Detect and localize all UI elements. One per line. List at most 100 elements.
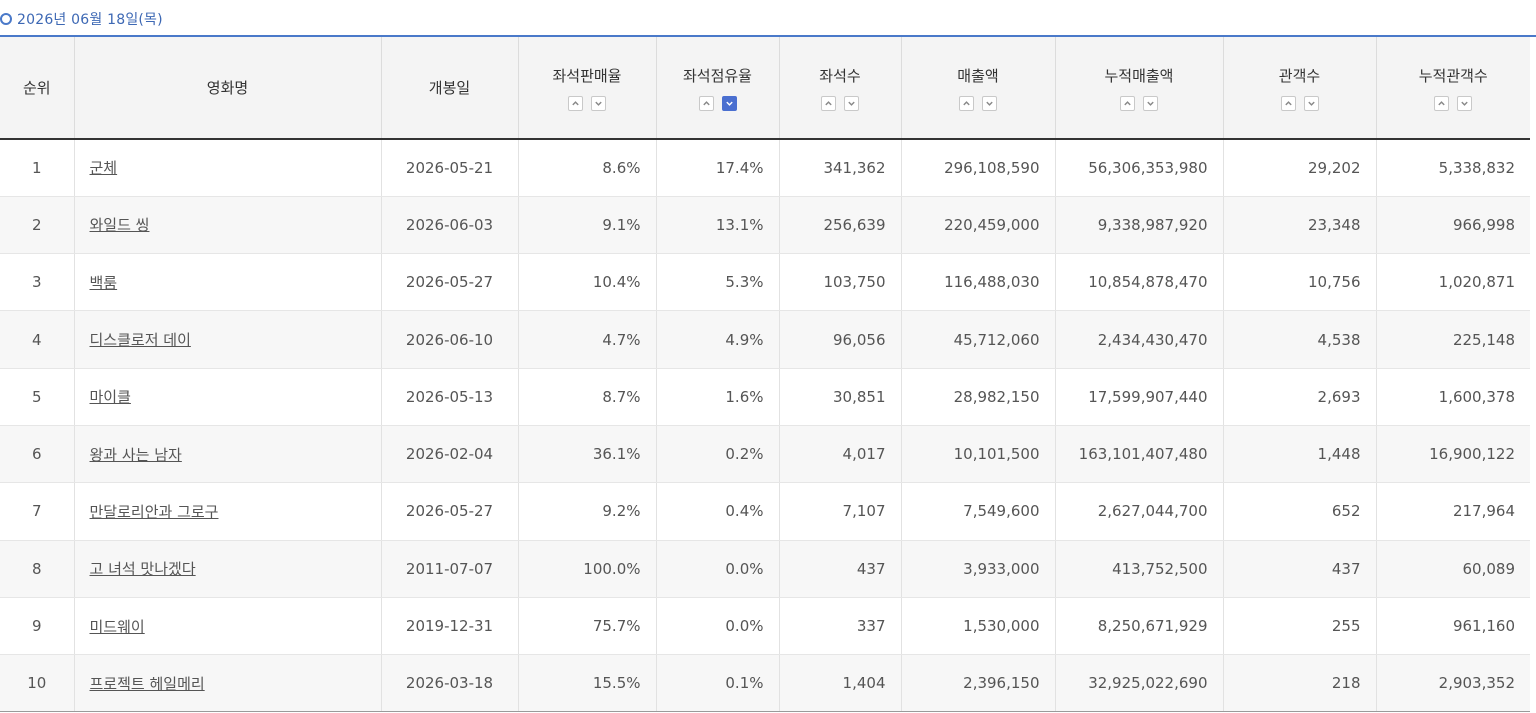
- cell-seats: 341,362: [779, 139, 902, 197]
- cell-title: 디스클로저 데이: [74, 310, 382, 369]
- sort-ascending-button[interactable]: [1280, 95, 1296, 111]
- cell-revenue: 2,396,150: [901, 654, 1056, 713]
- cell-cum-revenue: 413,752,500: [1055, 540, 1224, 598]
- column-header-rank: 순위: [0, 37, 75, 140]
- cell-release: 2026-06-10: [381, 310, 519, 369]
- cell-cum-revenue: 10,854,878,470: [1055, 253, 1224, 312]
- sort-ascending-button[interactable]: [1120, 95, 1135, 111]
- sort-descending-button[interactable]: [982, 95, 997, 111]
- cell-title: 마이클: [74, 368, 382, 426]
- sort-ascending-button[interactable]: [959, 95, 974, 111]
- column-header-label: 순위: [22, 79, 51, 97]
- cell-sales-rate: 8.6%: [518, 139, 657, 197]
- cell-cum-revenue: 17,599,907,440: [1055, 368, 1224, 426]
- sort-descending-button[interactable]: [1457, 95, 1473, 111]
- cell-cum-audience: 961,160: [1376, 597, 1530, 656]
- column-header-label: 누적매출액: [1104, 66, 1174, 85]
- movie-title-link[interactable]: 만달로리안과 그로구: [90, 503, 219, 521]
- cell-title: 만달로리안과 그로구: [74, 482, 382, 541]
- sort-descending-button[interactable]: [591, 95, 606, 111]
- chevron-down-icon: [595, 101, 602, 106]
- movie-title-link[interactable]: 미드웨이: [90, 618, 145, 636]
- cell-cum-audience: 225,148: [1376, 310, 1530, 369]
- cell-seats: 437: [779, 540, 902, 598]
- cell-revenue: 10,101,500: [901, 425, 1056, 484]
- cell-share-rate: 5.3%: [656, 253, 780, 312]
- cell-revenue: 1,530,000: [901, 597, 1056, 656]
- cell-revenue: 45,712,060: [901, 310, 1056, 369]
- cell-rank: 10: [0, 654, 75, 713]
- cell-cum-revenue: 32,925,022,690: [1055, 654, 1224, 713]
- movie-title-link[interactable]: 와일드 씽: [90, 216, 150, 234]
- cell-share-rate: 0.0%: [656, 597, 780, 656]
- movie-title-link[interactable]: 군체: [90, 159, 118, 177]
- cell-rank: 8: [0, 540, 75, 598]
- cell-revenue: 220,459,000: [901, 196, 1056, 255]
- cell-share-rate: 13.1%: [656, 196, 780, 255]
- cell-release: 2026-06-03: [381, 196, 519, 255]
- chevron-up-icon: [1124, 100, 1131, 105]
- movie-title-link[interactable]: 왕과 사는 남자: [90, 446, 182, 464]
- cell-rank: 5: [0, 368, 75, 426]
- cell-cum-audience: 966,998: [1376, 196, 1530, 255]
- cell-rank: 7: [0, 482, 75, 541]
- cell-audience: 255: [1223, 597, 1377, 656]
- cell-sales-rate: 15.5%: [518, 654, 657, 713]
- boxoffice-table: 순위 영화명 개봉일 좌석판매율 좌석점유율 좌석수 매출액 누적매출액 관객수 누적관객수 1군…: [0, 37, 1530, 713]
- cell-revenue: 296,108,590: [901, 139, 1056, 197]
- cell-audience: 23,348: [1223, 196, 1377, 255]
- sort-descending-button[interactable]: [721, 95, 737, 111]
- cell-audience: 29,202: [1223, 139, 1377, 197]
- cell-share-rate: 4.9%: [656, 310, 780, 369]
- movie-title-link[interactable]: 디스클로저 데이: [90, 331, 191, 349]
- column-header-revenue: 매출액: [901, 37, 1056, 140]
- cell-rank: 4: [0, 310, 75, 369]
- sort-controls: [902, 95, 1055, 111]
- cell-sales-rate: 8.7%: [518, 368, 657, 426]
- cell-cum-revenue: 163,101,407,480: [1055, 425, 1224, 484]
- column-header-title: 영화명: [74, 37, 382, 140]
- chevron-down-icon: [848, 101, 855, 106]
- cell-revenue: 28,982,150: [901, 368, 1056, 426]
- cell-share-rate: 0.0%: [656, 540, 780, 598]
- movie-title-link[interactable]: 백룸: [90, 274, 118, 292]
- sort-ascending-button[interactable]: [1434, 95, 1450, 111]
- cell-title: 프로젝트 헤일메리: [74, 654, 382, 713]
- table-row: 2 와일드 씽 2026-06-03 9.1% 13.1% 256,639 220,459,…: [0, 196, 1530, 255]
- cell-title: 백룸: [74, 253, 382, 312]
- cell-rank: 3: [0, 253, 75, 312]
- cell-audience: 4,538: [1223, 310, 1377, 369]
- sort-controls: [519, 95, 656, 111]
- movie-title-link[interactable]: 고 녀석 맛나겠다: [90, 560, 196, 578]
- table-row: 8고 녀석 맛나겠다 2011-07-07 100.0% 0.0% 437 3,933,0…: [0, 540, 1530, 598]
- column-header-cum-revenue: 누적매출액: [1055, 37, 1224, 140]
- cell-seats: 103,750: [779, 253, 902, 312]
- cell-share-rate: 1.6%: [656, 368, 780, 426]
- movie-title-link[interactable]: 프로젝트 헤일메리: [90, 675, 205, 693]
- cell-release: 2026-05-27: [381, 482, 519, 541]
- cell-seats: 4,017: [779, 425, 902, 484]
- column-header-label: 영화명: [206, 79, 249, 97]
- cell-seats: 30,851: [779, 368, 902, 426]
- column-header-share-rate: 좌석점유율: [656, 37, 780, 140]
- cell-release: 2026-05-13: [381, 368, 519, 426]
- sort-ascending-button[interactable]: [821, 95, 836, 111]
- sort-ascending-button[interactable]: [698, 95, 714, 111]
- cell-audience: 652: [1223, 482, 1377, 541]
- cell-seats: 96,056: [779, 310, 902, 369]
- movie-title-link[interactable]: 마이클: [90, 388, 131, 406]
- sort-descending-button[interactable]: [1303, 95, 1319, 111]
- table-row: 5 마이클 2026-05-13 8.7% 1.6% 30,851 28,982,150 17…: [0, 368, 1530, 426]
- cell-cum-revenue: 2,434,430,470: [1055, 310, 1224, 369]
- sort-ascending-button[interactable]: [568, 95, 583, 111]
- chevron-up-icon: [1284, 100, 1292, 105]
- column-header-label: 개봉일: [428, 79, 471, 97]
- sort-descending-button[interactable]: [1143, 95, 1158, 111]
- table-body: 1 군체 2026-05-21 8.6% 17.4% 341,362 296,108,590…: [0, 139, 1530, 713]
- table-row: 1 군체 2026-05-21 8.6% 17.4% 341,362 296,108,590…: [0, 139, 1530, 197]
- cell-audience: 218: [1223, 654, 1377, 713]
- sort-descending-button[interactable]: [844, 95, 859, 111]
- chevron-down-icon: [1307, 101, 1315, 106]
- cell-rank: 6: [0, 425, 75, 484]
- cell-rank: 2: [0, 196, 75, 255]
